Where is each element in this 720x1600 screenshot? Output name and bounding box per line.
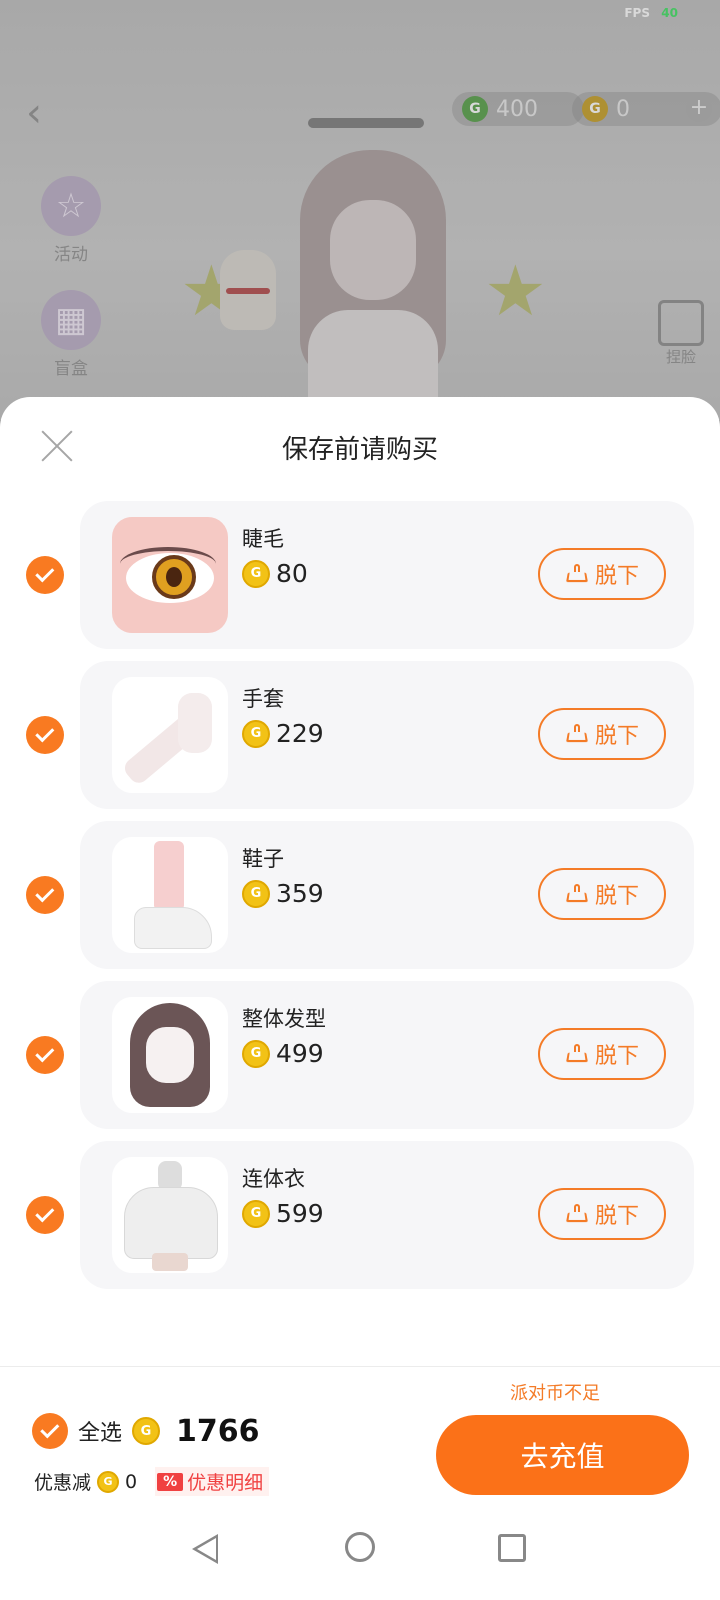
insufficient-notice: 派对币不足	[510, 1383, 600, 1404]
coin-icon: G	[242, 1199, 270, 1228]
nav-recents-icon[interactable]	[498, 1534, 526, 1562]
shoes-thumbnail	[112, 837, 228, 953]
item-name: 睫毛	[242, 527, 284, 551]
nav-back-icon[interactable]	[192, 1534, 218, 1564]
remove-label: 脱下	[594, 1044, 639, 1069]
discount-value: 0	[125, 1470, 138, 1493]
nav-home-icon[interactable]	[345, 1532, 375, 1562]
dress-thumbnail	[112, 1157, 228, 1273]
coin-icon: G	[97, 1470, 120, 1493]
item-price: G 359	[242, 879, 324, 908]
item-name: 连体衣	[242, 1167, 305, 1191]
remove-button[interactable]: 脱下	[538, 548, 666, 600]
dim-overlay	[0, 0, 720, 420]
remove-button[interactable]: 脱下	[538, 708, 666, 760]
discount-label: 优惠减	[34, 1472, 92, 1494]
item-price: G 80	[242, 559, 308, 588]
item-price: G 229	[242, 719, 324, 748]
select-all-checkbox[interactable]	[32, 1413, 68, 1449]
coin-icon: G	[242, 879, 270, 908]
item-price: G 599	[242, 1199, 324, 1228]
list-item: 手套 G 229 脱下	[26, 661, 694, 809]
glove-thumbnail	[112, 677, 228, 793]
hanger-icon	[565, 884, 589, 904]
remove-button[interactable]: 脱下	[538, 1188, 666, 1240]
remove-label: 脱下	[594, 564, 639, 589]
remove-label: 脱下	[594, 884, 639, 909]
checkout-footer: 派对币不足 全选 G 1766 优惠减 G 0 % 优惠明细 去充值	[0, 1366, 720, 1507]
item-price: G 499	[242, 1039, 324, 1068]
price-value: 499	[276, 1039, 324, 1068]
recharge-button[interactable]: 去充值	[436, 1415, 689, 1495]
list-item: 睫毛 G 80 脱下	[26, 501, 694, 649]
discount-row: 优惠减 G 0 % 优惠明细	[34, 1467, 270, 1496]
list-item: 连体衣 G 599 脱下	[26, 1141, 694, 1289]
system-navigation-bar	[0, 1506, 720, 1600]
select-all-label: 全选	[78, 1421, 123, 1446]
hanger-icon	[565, 724, 589, 744]
price-value: 229	[276, 719, 324, 748]
price-value: 599	[276, 1199, 324, 1228]
select-all-toggle[interactable]: 全选 G 1766	[32, 1413, 260, 1449]
hairstyle-thumbnail	[112, 997, 228, 1113]
item-name: 整体发型	[242, 1007, 326, 1031]
coin-icon: G	[132, 1417, 161, 1445]
remove-label: 脱下	[594, 724, 639, 749]
percent-badge-icon: %	[157, 1472, 184, 1491]
coin-icon: G	[242, 1039, 270, 1068]
item-name: 鞋子	[242, 847, 284, 871]
price-value: 80	[276, 559, 308, 588]
discount-detail-label: 优惠明细	[187, 1472, 264, 1494]
game-scene-background: FPS 40 ‹ G 400 G 0 + ☆ 活动 ▦ 盲盒 捏脸 ★ ★	[0, 0, 720, 420]
item-checkbox[interactable]	[26, 716, 64, 754]
eyelash-thumbnail	[112, 517, 228, 633]
item-checkbox[interactable]	[26, 1036, 64, 1074]
total-price: 1766	[176, 1413, 260, 1449]
coin-icon: G	[242, 559, 270, 588]
remove-button[interactable]: 脱下	[538, 868, 666, 920]
discount-detail-link[interactable]: % 优惠明细	[155, 1467, 270, 1496]
item-name: 手套	[242, 687, 284, 711]
item-checkbox[interactable]	[26, 1196, 64, 1234]
hanger-icon	[565, 564, 589, 584]
item-checkbox[interactable]	[26, 556, 64, 594]
list-item: 整体发型 G 499 脱下	[26, 981, 694, 1129]
hanger-icon	[565, 1044, 589, 1064]
remove-button[interactable]: 脱下	[538, 1028, 666, 1080]
sheet-title: 保存前请购买	[281, 435, 438, 465]
item-checkbox[interactable]	[26, 876, 64, 914]
remove-label: 脱下	[594, 1204, 639, 1229]
list-item: 鞋子 G 359 脱下	[26, 821, 694, 969]
hanger-icon	[565, 1204, 589, 1224]
price-value: 359	[276, 879, 324, 908]
coin-icon: G	[242, 719, 270, 748]
